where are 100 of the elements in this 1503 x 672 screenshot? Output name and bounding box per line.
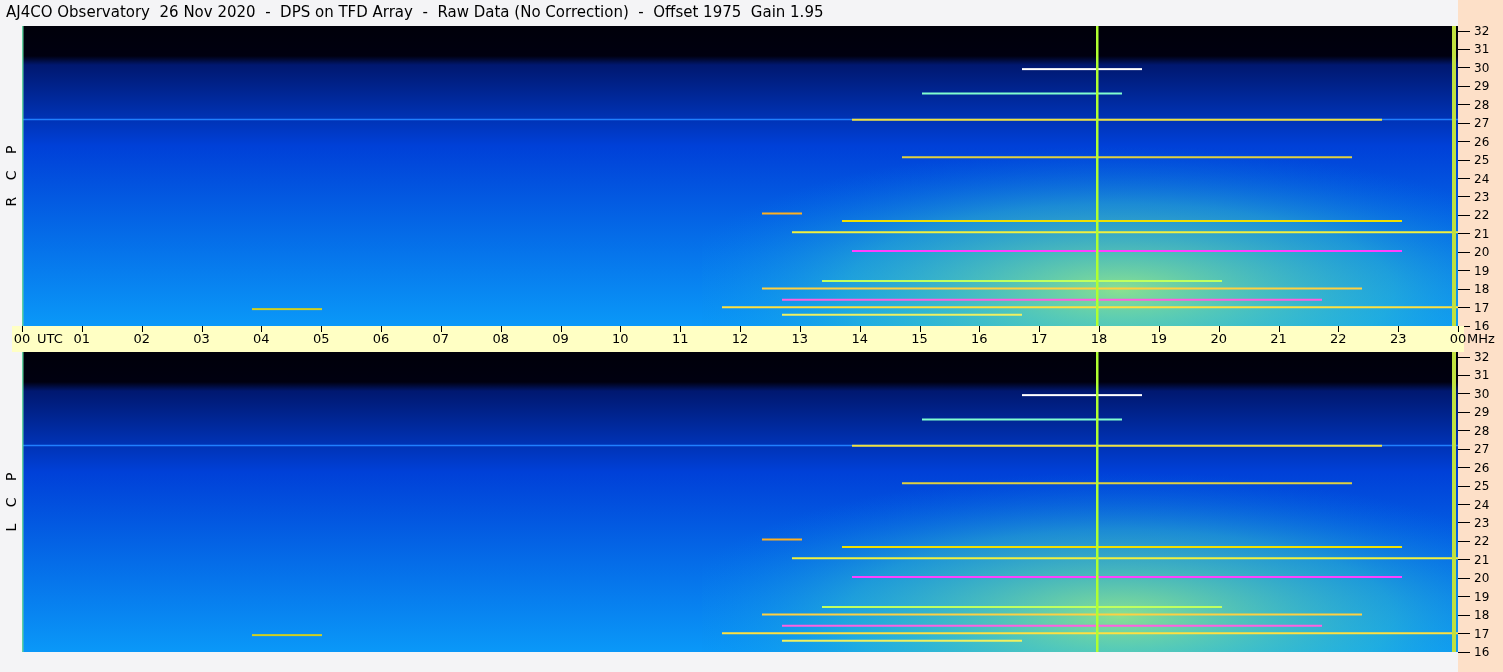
- tick-mark: [859, 326, 861, 332]
- frequency-label: 20: [1474, 245, 1490, 260]
- tick-mark: [1039, 326, 1041, 332]
- channel-label: L C P: [3, 472, 19, 532]
- tick-mark: [1458, 356, 1470, 358]
- time-label: 21: [1270, 331, 1287, 347]
- tick-mark: [321, 326, 323, 332]
- frequency-label: 18: [1474, 282, 1490, 297]
- tick-mark: [560, 326, 562, 332]
- tick-mark: [1278, 326, 1280, 332]
- tick-mark: [1458, 141, 1470, 143]
- tick-mark: [1458, 104, 1470, 106]
- time-label: 20: [1210, 331, 1227, 347]
- frequency-label: 28: [1474, 423, 1490, 438]
- tick-mark: [1458, 577, 1470, 579]
- frequency-label: 24: [1474, 171, 1490, 186]
- frequency-label: 21: [1474, 226, 1490, 241]
- tick-mark: [1458, 251, 1470, 253]
- frequency-label: 29: [1474, 79, 1490, 94]
- frequency-label: 17: [1474, 300, 1490, 315]
- tick-mark: [1218, 326, 1220, 332]
- tick-mark: [1458, 214, 1470, 216]
- tick-mark: [1458, 270, 1470, 272]
- frequency-label: 32: [1474, 24, 1490, 38]
- time-label: 00: [13, 331, 31, 347]
- frequency-label: 21: [1474, 552, 1490, 567]
- frequency-label: 32: [1474, 350, 1490, 364]
- tick-mark: [1398, 326, 1400, 332]
- tick-mark: [1458, 30, 1470, 32]
- time-label: 10: [612, 331, 629, 347]
- frequency-label: 31: [1474, 42, 1490, 57]
- time-label: 16: [971, 331, 988, 347]
- tick-mark: [1458, 288, 1470, 290]
- time-label: 18: [1090, 331, 1108, 347]
- frequency-label: 16: [1474, 645, 1490, 659]
- tick-mark: [1458, 448, 1470, 450]
- frequency-label: 24: [1474, 497, 1490, 512]
- frequency-label: 29: [1474, 405, 1490, 420]
- time-label: 14: [851, 331, 868, 347]
- time-label: 06: [372, 331, 390, 347]
- tick-mark: [81, 326, 83, 332]
- tick-mark: [22, 326, 23, 332]
- tick-mark: [1458, 85, 1470, 87]
- time-label: 05: [312, 331, 330, 347]
- frequency-label: 23: [1474, 515, 1490, 530]
- frequency-label: 22: [1474, 534, 1490, 549]
- frequency-label: 17: [1474, 626, 1490, 641]
- tick-mark: [1458, 504, 1470, 505]
- tick-mark: [1458, 393, 1470, 395]
- frequency-label: 26: [1474, 460, 1490, 475]
- frequency-label: 25: [1474, 479, 1490, 494]
- time-label: 03: [193, 331, 210, 347]
- tick-mark: [1158, 326, 1160, 332]
- tick-mark: [1458, 307, 1470, 309]
- time-label: 02: [133, 331, 150, 347]
- time-label: 07: [432, 331, 450, 347]
- tick-mark: [141, 326, 143, 332]
- time-label: 22: [1330, 331, 1347, 347]
- tick-mark: [1458, 411, 1470, 413]
- tick-mark: [1458, 522, 1470, 524]
- frequency-label: 23: [1474, 189, 1490, 204]
- frequency-label: 30: [1474, 386, 1490, 401]
- frequency-label: 19: [1474, 263, 1490, 278]
- time-label: 09: [552, 331, 569, 347]
- tick-mark: [979, 326, 981, 332]
- tick-mark: [1338, 326, 1340, 332]
- tick-mark: [1458, 633, 1470, 635]
- frequency-label: 18: [1474, 608, 1490, 623]
- frequency-label: 16: [1474, 319, 1490, 333]
- tick-mark: [1458, 159, 1470, 161]
- tick-mark: [1458, 326, 1459, 332]
- time-label: 08: [492, 331, 509, 347]
- tick-mark: [1099, 326, 1100, 332]
- frequency-label: 27: [1474, 442, 1490, 457]
- frequency-label: 19: [1474, 589, 1490, 604]
- tick-mark: [1458, 614, 1470, 616]
- tick-mark: [261, 326, 263, 332]
- time-label: 19: [1150, 331, 1168, 347]
- tick-mark: [1458, 67, 1470, 69]
- tick-mark: [1458, 430, 1470, 432]
- tick-mark: [680, 326, 682, 332]
- tick-mark: [1458, 540, 1470, 542]
- time-label: 23: [1389, 331, 1407, 347]
- window-title: AJ4CO Observatory 26 Nov 2020 - DPS on TFD Array - Raw Data (No Correction) - Offset 1975 Gain 1.95: [5, 2, 825, 23]
- tick-mark: [1458, 596, 1470, 598]
- tick-mark: [1458, 467, 1470, 469]
- tick-mark: [740, 326, 741, 332]
- time-label: 00: [1449, 331, 1467, 347]
- channel-label: R C P: [3, 145, 19, 207]
- tick-mark: [440, 326, 442, 332]
- time-label: 12: [731, 331, 749, 347]
- tick-mark: [1458, 651, 1470, 653]
- tick-mark: [799, 326, 801, 332]
- frequency-label: 27: [1474, 116, 1490, 131]
- tick-mark: [919, 326, 921, 332]
- tick-mark: [500, 326, 502, 332]
- frequency-label: 31: [1474, 368, 1490, 383]
- frequency-label: 25: [1474, 153, 1490, 168]
- unit-label: MHz: [1467, 331, 1495, 347]
- tick-mark: [1458, 485, 1470, 487]
